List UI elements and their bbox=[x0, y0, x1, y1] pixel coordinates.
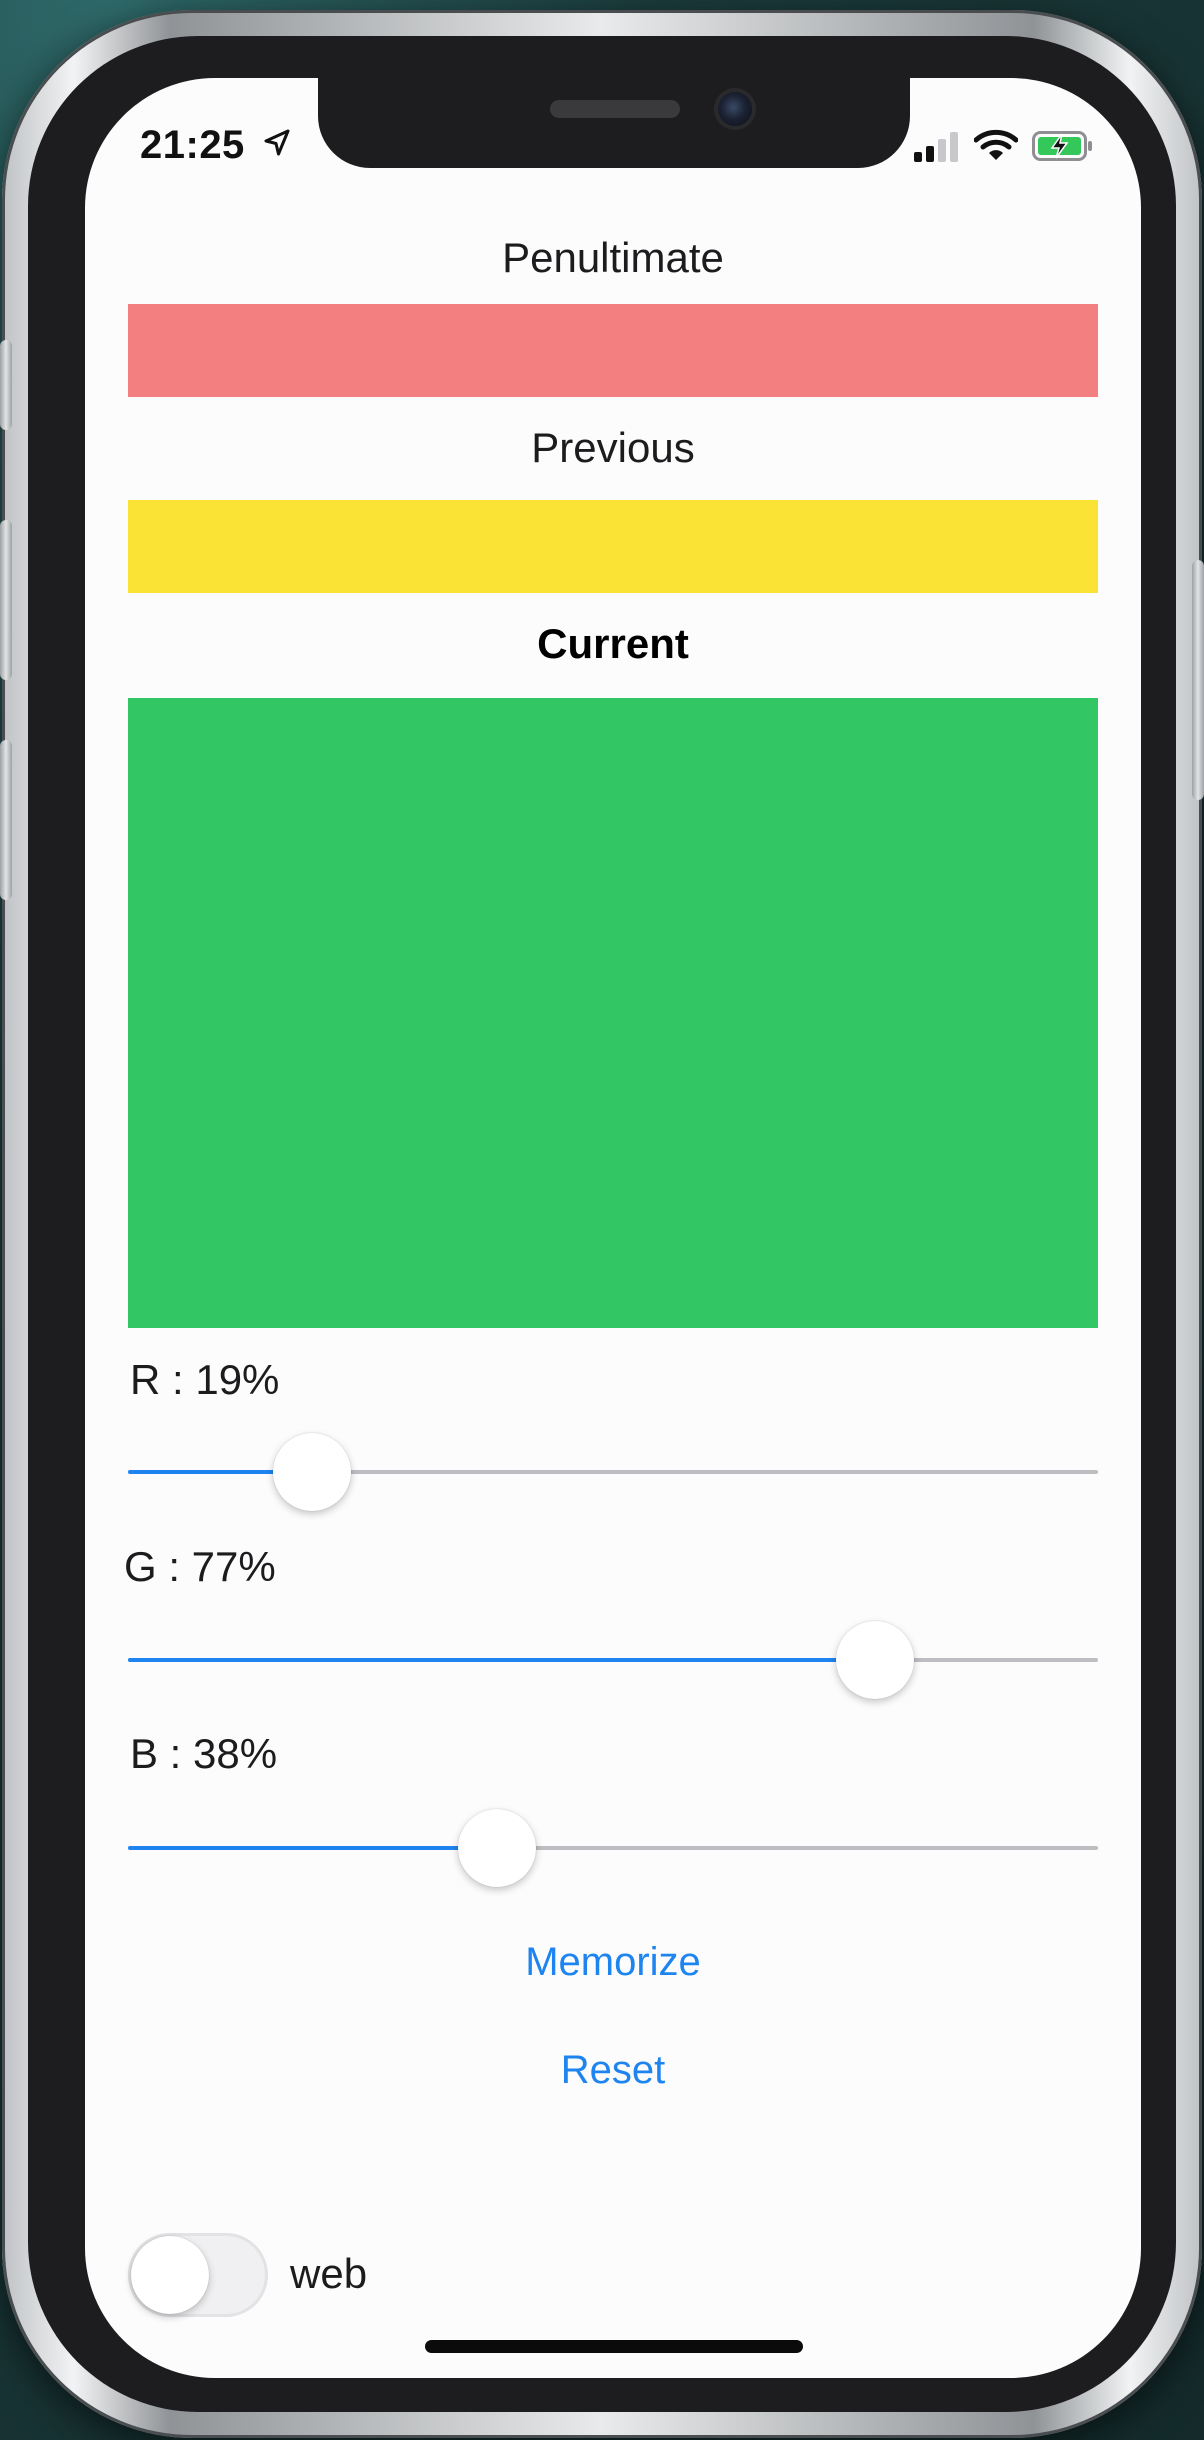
power-button bbox=[1192, 560, 1204, 800]
current-swatch bbox=[128, 698, 1098, 1328]
red-slider-label: R : 19% bbox=[130, 1356, 280, 1403]
slider-fill bbox=[128, 1846, 497, 1850]
toggle-knob[interactable] bbox=[131, 2236, 209, 2314]
phone-screen: 21:25 Penultimate Previous Current R : 1… bbox=[85, 78, 1141, 2378]
notch bbox=[318, 78, 910, 168]
blue-slider-label: B : 38% bbox=[130, 1730, 278, 1777]
blue-slider[interactable] bbox=[128, 1808, 1098, 1888]
green-slider[interactable] bbox=[128, 1620, 1098, 1700]
wifi-icon bbox=[974, 129, 1018, 160]
speaker-grille bbox=[550, 100, 680, 118]
previous-swatch bbox=[128, 500, 1098, 593]
cellular-signal-icon bbox=[914, 132, 958, 162]
penultimate-label: Penultimate bbox=[502, 234, 724, 281]
front-camera bbox=[718, 92, 752, 126]
previous-label: Previous bbox=[531, 424, 695, 471]
slider-thumb[interactable] bbox=[273, 1433, 352, 1511]
current-label: Current bbox=[537, 620, 689, 667]
web-toggle-label: web bbox=[290, 2250, 368, 2297]
battery-charging-icon bbox=[1032, 131, 1092, 161]
home-indicator[interactable] bbox=[425, 2340, 803, 2353]
green-slider-label: G : 77% bbox=[124, 1543, 276, 1590]
silent-switch bbox=[0, 340, 12, 430]
slider-fill bbox=[128, 1658, 875, 1662]
slider-thumb[interactable] bbox=[835, 1621, 914, 1699]
volume-up-button bbox=[0, 520, 12, 680]
web-toggle[interactable] bbox=[128, 2233, 268, 2317]
memorize-button[interactable]: Memorize bbox=[128, 1940, 1098, 1985]
status-time: 21:25 bbox=[140, 123, 245, 167]
red-slider[interactable] bbox=[128, 1432, 1098, 1512]
volume-down-button bbox=[0, 740, 12, 900]
location-arrow-icon bbox=[264, 129, 290, 156]
penultimate-swatch bbox=[128, 304, 1098, 397]
reset-button[interactable]: Reset bbox=[128, 2048, 1098, 2093]
slider-thumb[interactable] bbox=[457, 1809, 536, 1887]
